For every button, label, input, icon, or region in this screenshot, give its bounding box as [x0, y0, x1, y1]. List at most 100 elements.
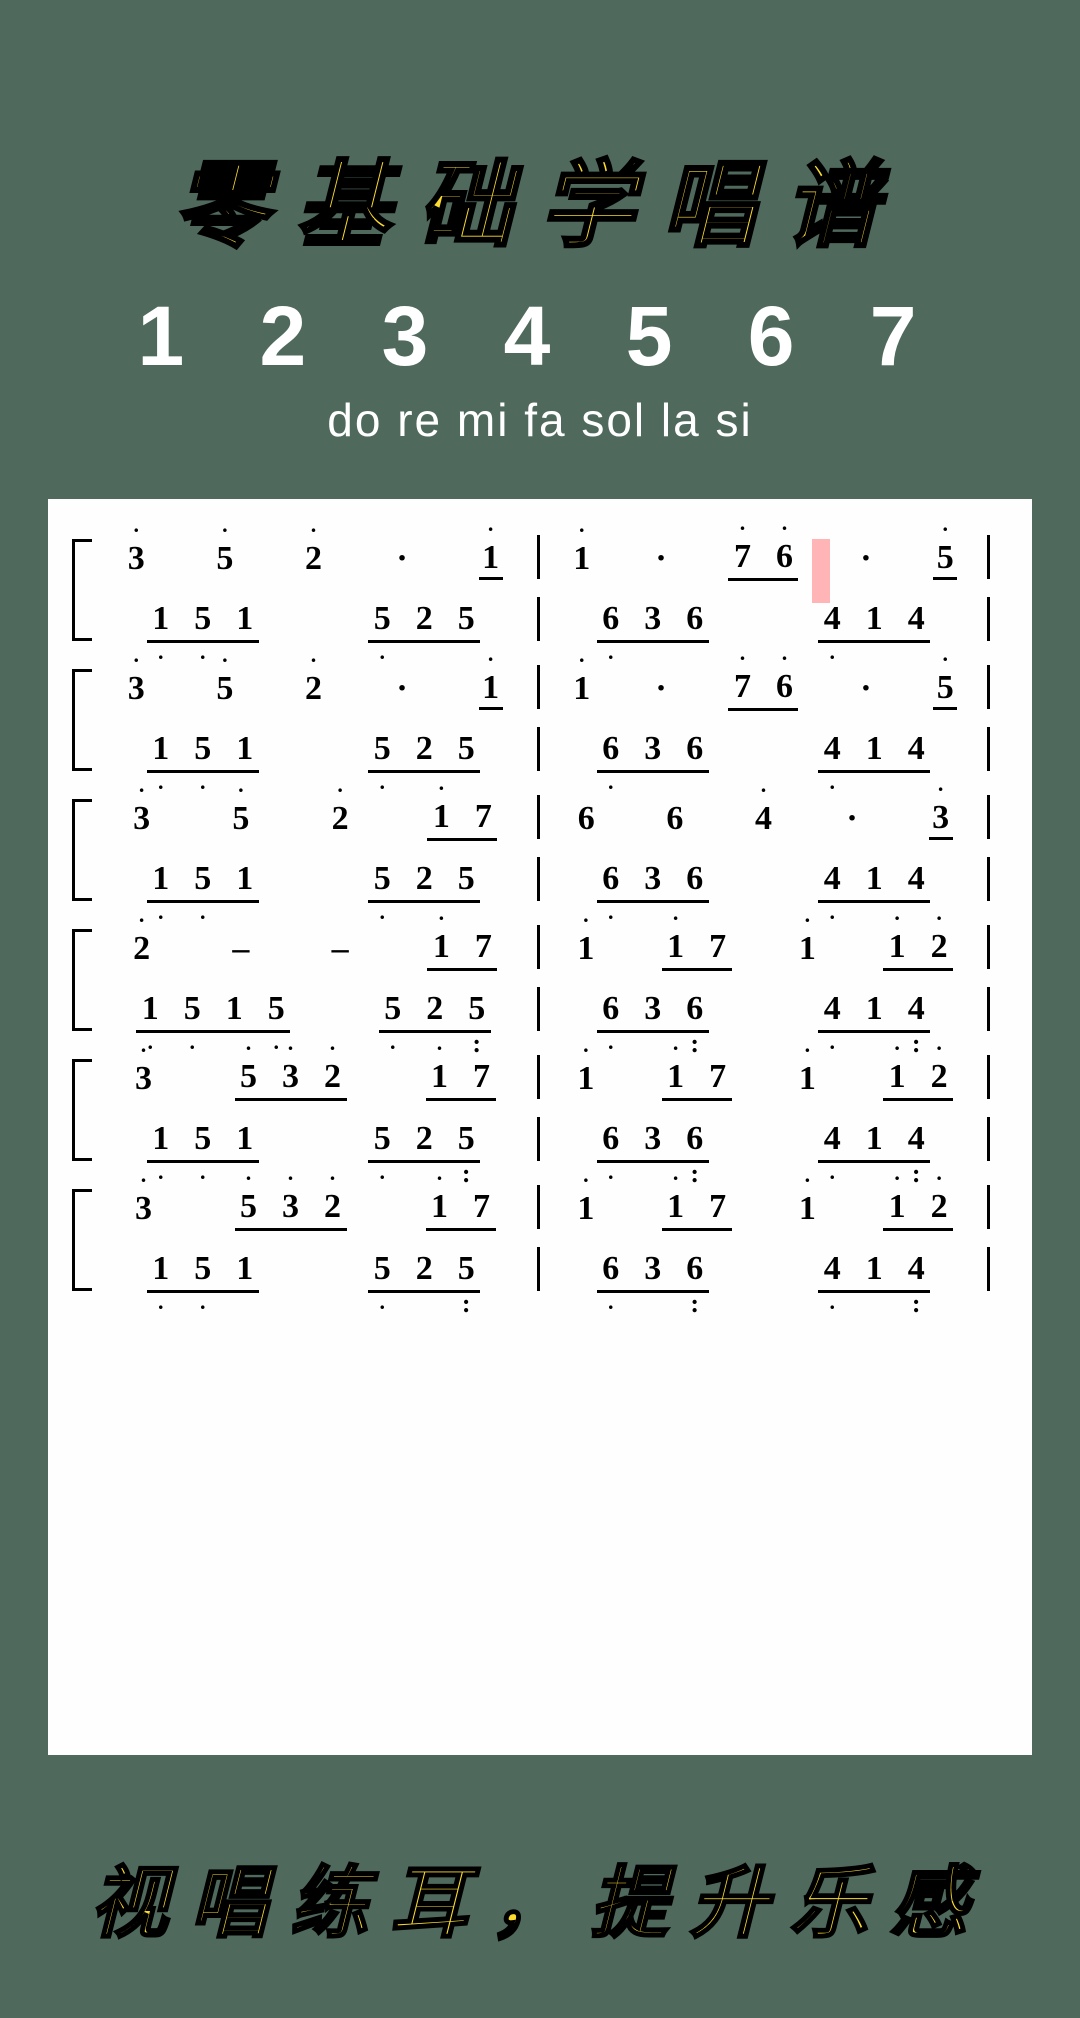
note: 1: [574, 1060, 598, 1098]
note: 1: [570, 540, 594, 578]
barline: [987, 1247, 990, 1291]
beam-group: 636: [597, 730, 709, 773]
barline: [537, 727, 540, 771]
note: 1: [233, 860, 257, 898]
note: 1: [862, 730, 886, 768]
measure: 636414: [548, 600, 979, 643]
note: 1: [862, 990, 886, 1028]
beam-group: 1515: [136, 990, 290, 1033]
note: 5: [933, 539, 957, 580]
barline: [987, 727, 990, 771]
staff-upper: 353217117112: [98, 1055, 998, 1103]
beam-group: 525: [368, 730, 480, 773]
measure: 151 525: [98, 730, 529, 773]
footer: 视唱练耳，提升乐感: [48, 1841, 1032, 1953]
measure: 1515 525: [98, 990, 529, 1033]
beam-group: 12: [883, 928, 953, 971]
beam-group: 17: [662, 928, 732, 971]
note: 6: [683, 860, 707, 898]
beam-group: 414: [818, 1250, 930, 1293]
beam-group: 636: [597, 1120, 709, 1163]
note: 5: [370, 730, 394, 768]
note: 5: [191, 730, 215, 768]
note: 4: [904, 1250, 928, 1288]
note: 7: [706, 1058, 730, 1096]
note: 5: [465, 990, 489, 1028]
note: 5: [237, 1188, 261, 1226]
note: ·: [649, 540, 673, 578]
note: 2: [321, 1188, 345, 1226]
note: 2: [130, 930, 154, 968]
note: 6: [683, 1250, 707, 1288]
note: 1: [664, 1058, 688, 1096]
note: 3: [279, 1058, 303, 1096]
note: 3: [641, 600, 665, 638]
note: 3: [641, 1250, 665, 1288]
note: 7: [471, 798, 495, 836]
measure: 151525: [98, 1250, 529, 1293]
barline: [987, 535, 990, 579]
note: 2: [423, 990, 447, 1028]
note: ·: [840, 800, 864, 838]
note: 1: [429, 798, 453, 836]
note: 6: [683, 730, 707, 768]
measure: 151525: [98, 860, 529, 903]
staff-upper: 2––17117112: [98, 925, 998, 973]
note: 5: [237, 1058, 261, 1096]
measure: 1·76·5: [548, 538, 979, 581]
note: 6: [599, 730, 623, 768]
note: 6: [683, 1120, 707, 1158]
beam-group: 17: [427, 928, 497, 971]
note: 1: [233, 600, 257, 638]
beam-group: 525: [368, 1250, 480, 1293]
beam-group: 414: [818, 730, 930, 773]
measure: 151525: [98, 1120, 529, 1163]
note: 6: [599, 1120, 623, 1158]
note: 1: [885, 1058, 909, 1096]
staff-lower: 1515525636414: [98, 987, 998, 1035]
note: 1: [429, 928, 453, 966]
note: 5: [370, 1120, 394, 1158]
staff-lower: 151525636414: [98, 1117, 998, 1165]
note: 4: [820, 1120, 844, 1158]
barline: [537, 1055, 540, 1099]
note: 2: [927, 1188, 951, 1226]
beam-group: 414: [818, 990, 930, 1033]
system: 353217117112151525636414: [98, 1055, 998, 1165]
barline: [537, 1185, 540, 1229]
measure: 117112: [548, 928, 979, 971]
note: 3: [641, 860, 665, 898]
barline: [537, 1247, 540, 1291]
note: 5: [381, 990, 405, 1028]
note: 5: [370, 860, 394, 898]
note: 1: [233, 1250, 257, 1288]
beam-group: 12: [883, 1058, 953, 1101]
note: 7: [471, 928, 495, 966]
note: 2: [301, 540, 325, 578]
note: 4: [820, 860, 844, 898]
note: 5: [213, 670, 237, 708]
note: 6: [772, 668, 796, 706]
note: 4: [904, 1120, 928, 1158]
beam-group: 532: [235, 1188, 347, 1231]
note: 5: [454, 1120, 478, 1158]
barline: [537, 987, 540, 1031]
note: 1: [233, 1120, 257, 1158]
brace: [72, 799, 92, 901]
beam-group: 76: [728, 668, 798, 711]
note: 1: [149, 860, 173, 898]
note: 2: [321, 1058, 345, 1096]
note: 1: [795, 1190, 819, 1228]
beam-group: 636: [597, 1250, 709, 1293]
barline: [987, 1117, 990, 1161]
note: 4: [820, 600, 844, 638]
beam-group: 151: [147, 730, 259, 773]
note: 1: [664, 1188, 688, 1226]
beam-group: 17: [662, 1188, 732, 1231]
note: 5: [454, 730, 478, 768]
barline: [987, 597, 990, 641]
barline: [537, 665, 540, 709]
note: 5: [370, 1250, 394, 1288]
note: 5: [191, 860, 215, 898]
note: 3: [641, 730, 665, 768]
